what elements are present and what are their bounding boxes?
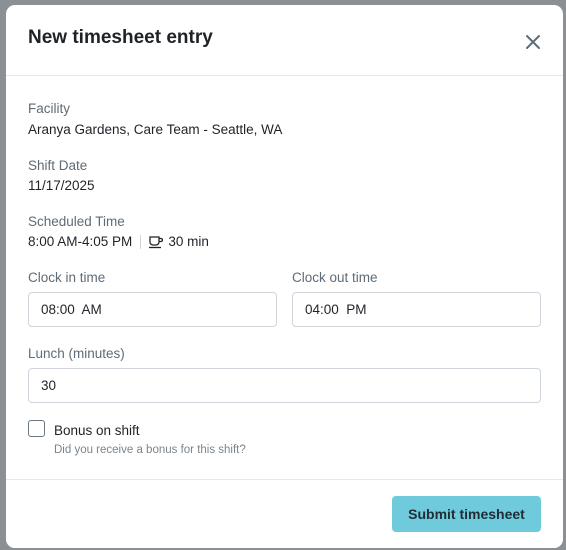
clock-in-input[interactable]: 08:00 AM: [28, 292, 277, 327]
bonus-checkbox[interactable]: [28, 420, 45, 437]
timesheet-modal: New timesheet entry Facility Aranya Gard…: [6, 5, 563, 548]
facility-label: Facility: [28, 101, 71, 116]
clock-in-value: 08:00 AM: [41, 302, 102, 317]
facility-value: Aranya Gardens, Care Team - Seattle, WA: [28, 122, 283, 137]
submit-timesheet-button[interactable]: Submit timesheet: [392, 496, 541, 532]
scheduled-time-row: 8:00 AM-4:05 PM 30 min: [28, 234, 209, 249]
shift-date-value: 11/17/2025: [28, 178, 95, 193]
clock-out-input[interactable]: 04:00 PM: [292, 292, 541, 327]
divider: [140, 234, 142, 249]
modal-title: New timesheet entry: [28, 27, 213, 48]
break-duration: 30 min: [168, 234, 209, 249]
coffee-cup-icon: [148, 235, 164, 249]
scheduled-time-label: Scheduled Time: [28, 214, 125, 229]
modal-footer: Submit timesheet: [6, 479, 563, 548]
scheduled-time-range: 8:00 AM-4:05 PM: [28, 234, 133, 249]
bonus-help-text: Did you receive a bonus for this shift?: [54, 444, 246, 456]
modal-header: New timesheet entry: [6, 5, 563, 76]
lunch-label: Lunch (minutes): [28, 346, 125, 361]
shift-date-label: Shift Date: [28, 158, 88, 173]
lunch-value: 30: [41, 378, 57, 393]
close-icon[interactable]: [522, 31, 544, 53]
clock-in-label: Clock in time: [28, 270, 106, 285]
lunch-input[interactable]: 30: [28, 368, 541, 403]
clock-out-label: Clock out time: [292, 270, 378, 285]
bonus-label: Bonus on shift: [54, 423, 140, 438]
clock-out-value: 04:00 PM: [305, 302, 367, 317]
